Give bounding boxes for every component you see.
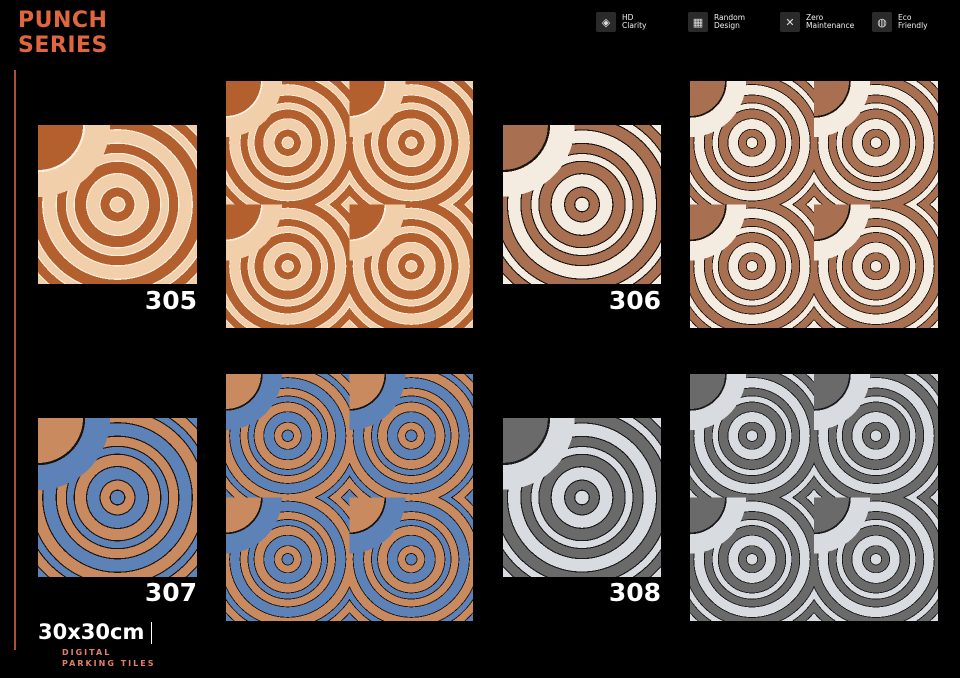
feature-label: Eco Friendly xyxy=(898,13,928,30)
product-type: DIGITAL PARKING TILES xyxy=(62,647,155,669)
feature-maint: ✕ Zero Maintenance xyxy=(780,12,858,32)
random-design-icon: ▦ xyxy=(688,12,708,32)
tile-308-single xyxy=(503,418,661,577)
tile-code-307: 307 xyxy=(144,578,197,607)
feature-label: HD Clarity xyxy=(622,13,647,30)
tile-307-single xyxy=(38,418,197,577)
tile-307-layout xyxy=(226,374,473,621)
feature-label: Random Design xyxy=(714,13,746,30)
feature-list: ◈ HD Clarity ▦ Random Design ✕ Zero Maintenanc… xyxy=(596,12,950,32)
title-line-1: PUNCH xyxy=(18,8,108,33)
tile-code-306: 306 xyxy=(608,286,661,315)
feature-label: Zero Maintenance xyxy=(806,13,855,30)
feature-random: ▦ Random Design xyxy=(688,12,766,32)
eco-friendly-icon: ◍ xyxy=(872,12,892,32)
tile-size: 30x30cm xyxy=(38,620,153,644)
feature-hd: ◈ HD Clarity xyxy=(596,12,674,32)
zero-maintenance-icon: ✕ xyxy=(780,12,800,32)
tile-308-layout xyxy=(690,374,938,621)
series-title: PUNCH SERIES xyxy=(18,8,108,58)
divider-line xyxy=(14,70,16,650)
tile-305-layout xyxy=(226,81,473,328)
tile-305-single xyxy=(38,125,197,284)
product-type-line-1: DIGITAL xyxy=(62,648,112,657)
tile-code-305: 305 xyxy=(144,286,197,315)
product-type-line-2: PARKING TILES xyxy=(62,659,156,668)
title-line-2: SERIES xyxy=(18,33,108,58)
hd-clarity-icon: ◈ xyxy=(596,12,616,32)
tile-306-single xyxy=(503,125,661,284)
feature-eco: ◍ Eco Friendly xyxy=(872,12,950,32)
tile-306-layout xyxy=(690,81,938,328)
tile-code-308: 308 xyxy=(608,578,661,607)
